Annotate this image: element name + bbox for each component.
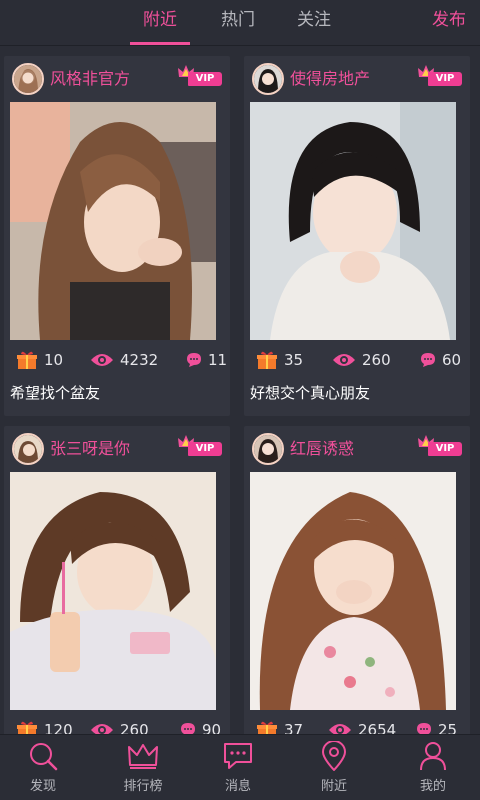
post-photo[interactable]	[10, 102, 216, 340]
card-header: 红唇诱惑 VIP	[244, 426, 470, 468]
view-count: 260	[362, 351, 391, 369]
tab-nearby[interactable]: 附近	[130, 0, 190, 46]
eye-icon	[333, 354, 355, 366]
nav-messages[interactable]: 消息	[203, 741, 273, 799]
crown-icon	[128, 744, 158, 769]
location-icon	[322, 741, 346, 771]
nav-ranking-label: 排行榜	[123, 779, 163, 794]
post-card[interactable]: 红唇诱惑 VIP 37 2654 25	[244, 426, 470, 736]
post-stats: 35 260 60	[244, 348, 470, 372]
comment-count: 11	[208, 351, 228, 369]
avatar[interactable]	[12, 63, 44, 95]
vip-badge: VIP	[414, 65, 462, 88]
gift-stat[interactable]: 35	[256, 348, 303, 372]
view-stat: 4232	[90, 348, 158, 372]
gift-count: 35	[284, 351, 304, 369]
active-tab-indicator	[130, 42, 190, 45]
gift-stat[interactable]: 10	[16, 348, 63, 372]
post-photo[interactable]	[10, 472, 216, 710]
search-icon	[30, 743, 58, 771]
gift-icon	[17, 351, 37, 369]
post-photo[interactable]	[250, 472, 456, 710]
nav-nearby[interactable]: 附近	[299, 741, 369, 799]
comment-stat[interactable]: 11	[186, 348, 227, 372]
nav-discover[interactable]: 发现	[8, 741, 78, 799]
gift-count: 10	[44, 351, 64, 369]
post-stats: 10 4232 11	[4, 348, 230, 372]
post-card[interactable]: 张三呀是你 VIP 120 260 90	[4, 426, 230, 736]
card-header: 使得房地产 VIP	[244, 56, 470, 98]
card-header: 张三呀是你 VIP	[4, 426, 230, 468]
card-header: 风格非官方 VIP	[4, 56, 230, 98]
top-bar: 附近 热门 关注 发布	[0, 0, 480, 46]
nav-discover-label: 发现	[29, 779, 56, 794]
avatar[interactable]	[252, 433, 284, 465]
vip-badge: VIP	[414, 435, 462, 458]
username[interactable]: 张三呀是你	[50, 435, 130, 459]
username[interactable]: 红唇诱惑	[290, 435, 354, 459]
eye-icon	[91, 354, 113, 366]
nav-nearby-label: 附近	[320, 779, 347, 794]
message-icon	[224, 743, 252, 769]
vip-label: VIP	[428, 442, 462, 456]
avatar[interactable]	[12, 433, 44, 465]
user-icon	[420, 742, 446, 771]
username[interactable]: 使得房地产	[290, 65, 370, 89]
nav-me-label: 我的	[419, 779, 446, 794]
publish-button[interactable]: 发布	[432, 0, 466, 40]
comment-stat[interactable]: 60	[420, 348, 461, 372]
view-count: 4232	[120, 351, 159, 369]
bottom-nav: 发现 排行榜 消息 附近 我的	[0, 734, 480, 800]
nav-messages-label: 消息	[224, 779, 251, 794]
vip-label: VIP	[188, 442, 222, 456]
post-photo[interactable]	[250, 102, 456, 340]
tab-following[interactable]: 关注	[284, 0, 344, 46]
avatar[interactable]	[252, 63, 284, 95]
gift-icon	[257, 351, 277, 369]
tab-hot-label: 热门	[221, 10, 255, 30]
comment-count: 60	[442, 351, 462, 369]
nav-me[interactable]: 我的	[398, 741, 468, 799]
post-caption: 希望找个盆友	[10, 384, 101, 402]
nav-ranking[interactable]: 排行榜	[108, 741, 178, 799]
post-card[interactable]: 使得房地产 VIP 35 260 60 好想交个真心朋友	[244, 56, 470, 416]
vip-label: VIP	[428, 72, 462, 86]
vip-badge: VIP	[174, 435, 222, 458]
vip-label: VIP	[188, 72, 222, 86]
comment-icon	[187, 353, 201, 367]
post-caption: 好想交个真心朋友	[250, 384, 371, 402]
tab-hot[interactable]: 热门	[208, 0, 268, 46]
tab-following-label: 关注	[297, 10, 331, 30]
vip-badge: VIP	[174, 65, 222, 88]
comment-icon	[421, 353, 435, 367]
view-stat: 260	[332, 348, 391, 372]
post-card[interactable]: 风格非官方 VIP 10 4232 11 希望找个盆友	[4, 56, 230, 416]
username[interactable]: 风格非官方	[50, 65, 130, 89]
tab-nearby-label: 附近	[143, 10, 177, 30]
feed-grid: 风格非官方 VIP 10 4232 11 希望找个盆友 使得房地产 VIP 35…	[0, 56, 480, 736]
